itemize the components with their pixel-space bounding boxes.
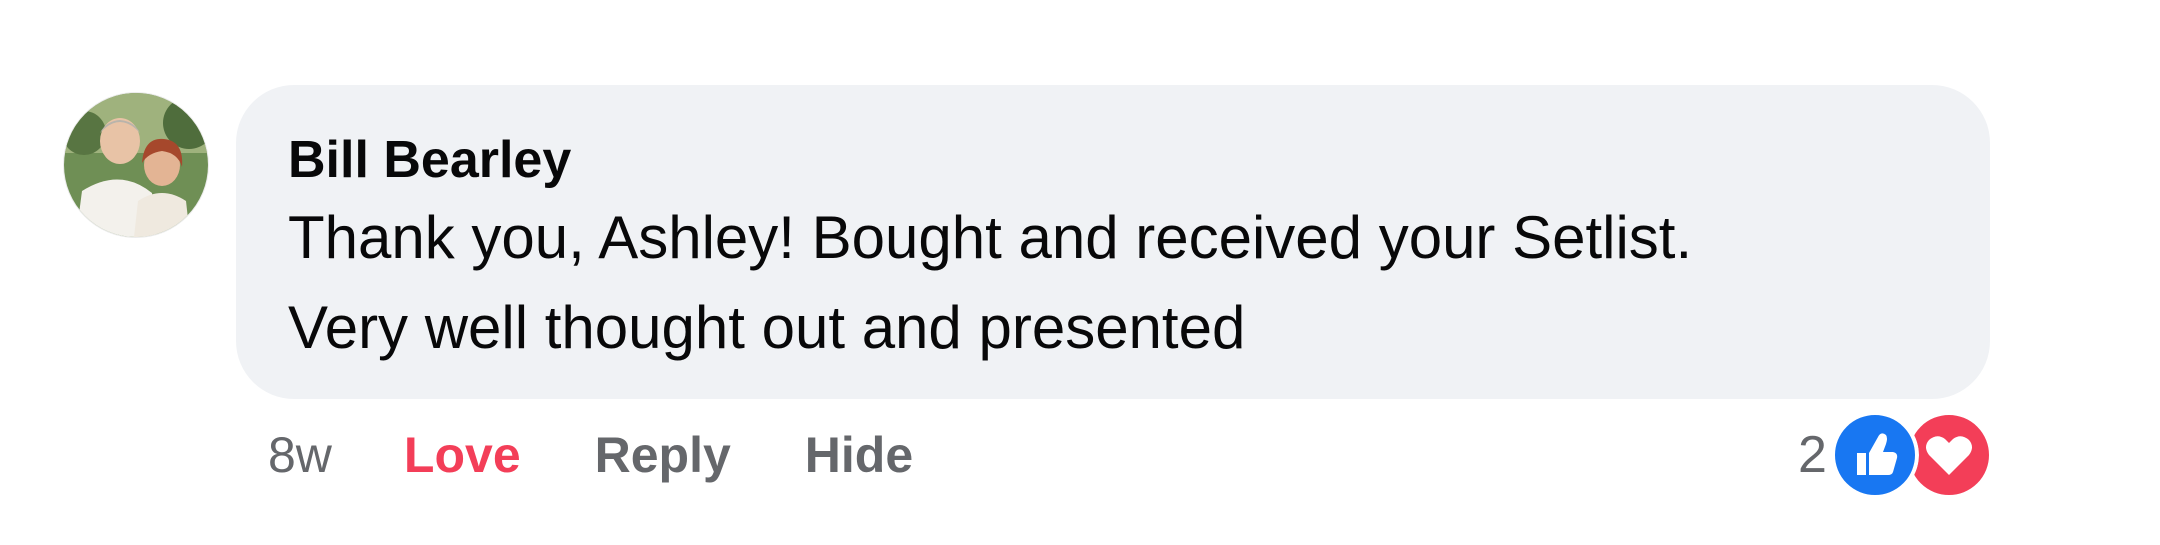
reaction-summary[interactable]: 2 [1798, 410, 1993, 500]
reaction-icons [1830, 411, 1993, 499]
like-icon [1830, 411, 1919, 499]
hide-button[interactable]: Hide [805, 426, 913, 484]
comment-text: Thank you, Ashley! Bought and received y… [288, 193, 1948, 373]
comment-actions: 8w Love Reply Hide [268, 420, 913, 490]
love-button[interactable]: Love [404, 426, 521, 484]
reaction-count: 2 [1798, 426, 1827, 484]
comment-author-name[interactable]: Bill Bearley [288, 128, 571, 192]
comment-timestamp[interactable]: 8w [268, 426, 332, 484]
comment-container: Bill Bearley Thank you, Ashley! Bought a… [0, 0, 2160, 545]
avatar[interactable] [64, 93, 208, 237]
comment-text-line: Thank you, Ashley! Bought and received y… [288, 204, 1693, 271]
comment-text-line: Very well thought out and presented [288, 294, 1246, 361]
avatar-photo-icon [64, 93, 208, 237]
reply-button[interactable]: Reply [595, 426, 731, 484]
